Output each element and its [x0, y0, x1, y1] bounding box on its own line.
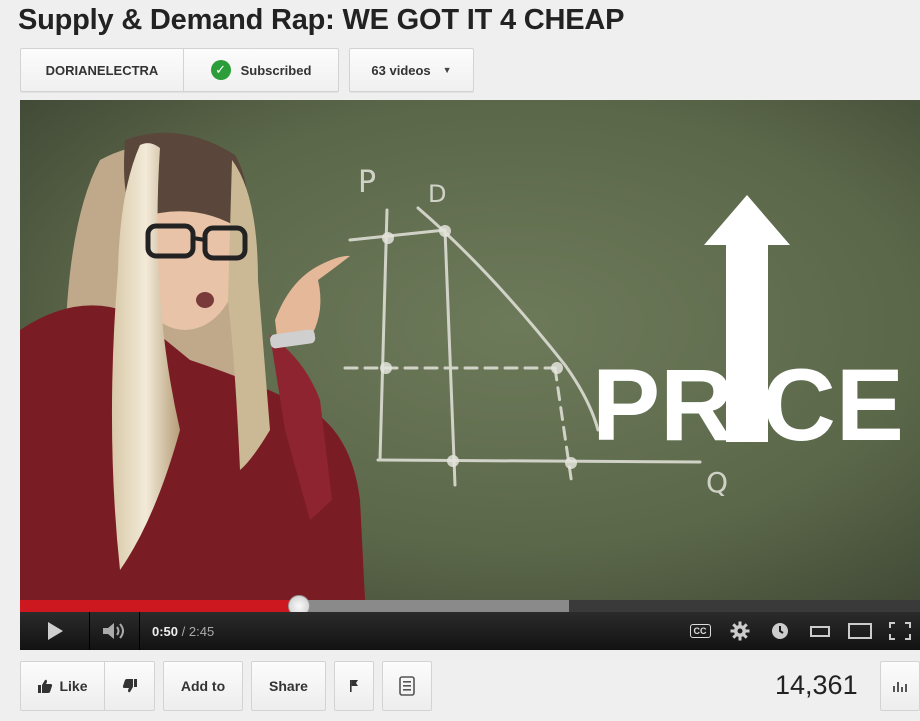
stats-icon: [893, 686, 895, 692]
video-player[interactable]: P D Q PRICE 0:50 / 2:45 CC: [20, 100, 920, 650]
watch-later-button[interactable]: [760, 612, 800, 650]
player-controls: 0:50 / 2:45 CC: [20, 612, 920, 650]
gear-icon: [730, 621, 750, 641]
video-frame[interactable]: P D Q PRICE: [20, 100, 920, 600]
large-player-button[interactable]: [840, 612, 880, 650]
stats-button[interactable]: [880, 661, 920, 711]
thumbs-up-icon: [38, 679, 53, 693]
axis-label-p: P: [358, 165, 376, 200]
subscribe-label: Subscribed: [240, 62, 312, 78]
small-player-icon: [810, 626, 830, 637]
like-label: Like: [59, 678, 88, 694]
channel-name-button[interactable]: DORIANELECTRA: [20, 48, 183, 92]
thumbs-down-icon: [122, 679, 137, 693]
current-time: 0:50: [152, 623, 179, 639]
videos-count-label: 63 videos: [371, 62, 431, 78]
volume-icon: [102, 623, 124, 639]
axis-label-q: Q: [706, 466, 728, 499]
like-dislike-group: Like: [20, 661, 155, 711]
play-button[interactable]: [20, 612, 90, 650]
dislike-button[interactable]: [105, 661, 155, 711]
subscribe-button[interactable]: ✓ Subscribed: [183, 48, 339, 92]
cc-icon: CC: [689, 624, 711, 638]
add-to-button[interactable]: Add to: [163, 661, 243, 711]
channel-bar: DORIANELECTRA ✓ Subscribed 63 videos ▼: [20, 48, 474, 92]
progress-played: [20, 600, 299, 612]
check-icon: ✓: [210, 60, 231, 80]
flag-icon: [350, 680, 358, 692]
caret-down-icon: ▼: [442, 65, 452, 75]
flag-button[interactable]: [334, 661, 374, 711]
captions-button[interactable]: CC: [680, 612, 720, 650]
clock-icon: [772, 623, 788, 639]
share-button[interactable]: Share: [251, 661, 326, 711]
view-count: 14,361: [775, 670, 858, 700]
axis-label-d: D: [428, 180, 446, 208]
price-overlay-text: PRICE: [592, 348, 904, 462]
fullscreen-button[interactable]: [880, 612, 920, 650]
time-display: 0:50 / 2:45: [140, 624, 214, 639]
transcript-icon: [399, 676, 415, 696]
like-button[interactable]: Like: [20, 661, 105, 711]
duration: / 2:45: [181, 623, 215, 639]
small-player-button[interactable]: [800, 612, 840, 650]
settings-button[interactable]: [720, 612, 760, 650]
fullscreen-icon: [889, 622, 911, 640]
large-player-icon: [848, 623, 872, 639]
progress-bar[interactable]: [20, 595, 920, 617]
video-title: Supply & Demand Rap: WE GOT IT 4 CHEAP: [18, 4, 625, 36]
action-bar: Like Add to Share: [20, 661, 432, 711]
transcript-button[interactable]: [382, 661, 432, 711]
volume-button[interactable]: [90, 612, 140, 650]
videos-dropdown[interactable]: 63 videos ▼: [349, 48, 474, 92]
right-controls: CC: [680, 612, 920, 650]
play-icon: [47, 622, 63, 640]
